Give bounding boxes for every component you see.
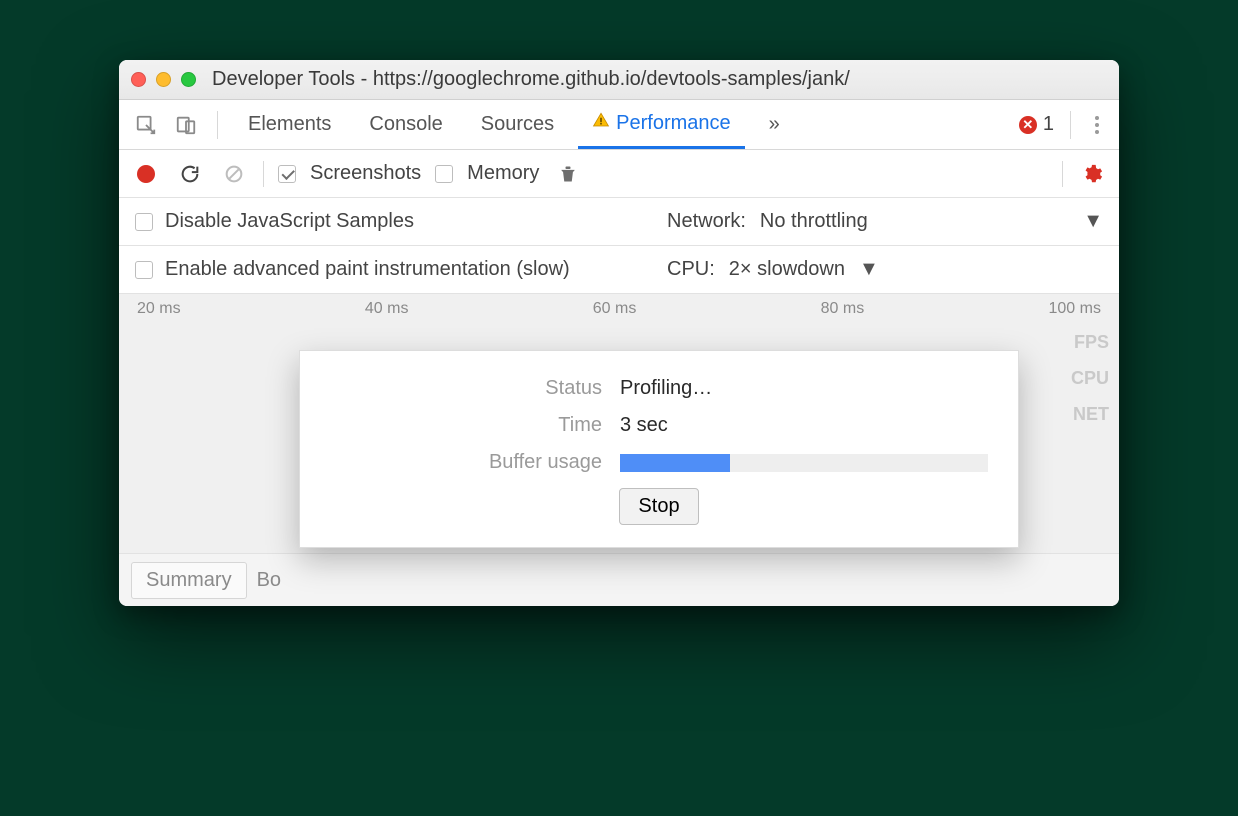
trash-button[interactable]	[553, 159, 583, 189]
tabs-overflow[interactable]: »	[755, 100, 794, 149]
close-icon[interactable]	[131, 72, 146, 87]
minimize-icon[interactable]	[156, 72, 171, 87]
kebab-menu-icon[interactable]	[1087, 116, 1107, 134]
warning-icon	[592, 111, 610, 135]
screenshots-label: Screenshots	[310, 162, 421, 185]
record-icon	[137, 165, 155, 183]
performance-toolbar: Screenshots Memory	[119, 150, 1119, 198]
capture-settings: Disable JavaScript Samples Network: No t…	[119, 198, 1119, 294]
tick: 40 ms	[365, 300, 409, 318]
separator	[263, 161, 264, 187]
maximize-icon[interactable]	[181, 72, 196, 87]
status-label: Status	[330, 377, 620, 400]
time-label: Time	[330, 414, 620, 437]
cpu-throttle[interactable]: CPU: 2× slowdown ▼	[667, 258, 879, 281]
details-tabs: Summary Bo	[119, 554, 1119, 606]
buffer-progress-bar	[620, 454, 730, 472]
cpu-value: 2× slowdown	[729, 258, 845, 281]
advanced-paint-label: Enable advanced paint instrumentation (s…	[165, 258, 570, 281]
advanced-paint-checkbox[interactable]	[135, 261, 153, 279]
device-toggle-icon[interactable]	[171, 110, 201, 140]
chevron-down-icon[interactable]: ▼	[1083, 210, 1103, 233]
buffer-progress	[620, 454, 988, 472]
tab-performance[interactable]: Performance	[578, 100, 745, 149]
settings-row-paint: Enable advanced paint instrumentation (s…	[119, 246, 1119, 293]
status-value: Profiling…	[620, 377, 712, 400]
profiling-dialog: Status Profiling… Time 3 sec Buffer usag…	[299, 350, 1019, 548]
net-label: NET	[1071, 396, 1109, 432]
tab-sources[interactable]: Sources	[467, 100, 568, 149]
reload-button[interactable]	[175, 159, 205, 189]
titlebar: Developer Tools - https://googlechrome.g…	[119, 60, 1119, 100]
error-badge[interactable]: ✕ 1	[1019, 113, 1054, 136]
tick: 20 ms	[137, 300, 181, 318]
separator	[217, 111, 218, 139]
fps-label: FPS	[1071, 324, 1109, 360]
record-button[interactable]	[131, 159, 161, 189]
tab-summary[interactable]: Summary	[131, 562, 247, 599]
error-count: 1	[1043, 113, 1054, 136]
error-icon: ✕	[1019, 116, 1037, 134]
chevron-down-icon[interactable]: ▼	[859, 258, 879, 281]
cpu-label: CPU:	[667, 258, 715, 281]
network-value: No throttling	[760, 210, 868, 233]
stop-button[interactable]: Stop	[619, 488, 698, 525]
network-label: Network:	[667, 210, 746, 233]
tick: 80 ms	[821, 300, 865, 318]
separator	[1062, 161, 1063, 187]
inspect-icon[interactable]	[131, 110, 161, 140]
tick: 100 ms	[1049, 300, 1101, 318]
settings-gear-icon[interactable]	[1077, 159, 1107, 189]
time-value: 3 sec	[620, 414, 668, 437]
tick: 60 ms	[593, 300, 637, 318]
timeline-ticks: 20 ms 40 ms 60 ms 80 ms 100 ms	[119, 294, 1119, 318]
panel-tabs: Elements Console Sources Performance » ✕…	[119, 100, 1119, 150]
tab-console[interactable]: Console	[355, 100, 456, 149]
traffic-lights	[131, 72, 196, 87]
cpu-label: CPU	[1071, 360, 1109, 396]
tab-truncated[interactable]: Bo	[257, 569, 281, 592]
memory-label: Memory	[467, 162, 539, 185]
separator	[1070, 111, 1071, 139]
devtools-window: Developer Tools - https://googlechrome.g…	[119, 60, 1119, 606]
tab-elements[interactable]: Elements	[234, 100, 345, 149]
timeline-lane-labels: FPS CPU NET	[1071, 324, 1109, 432]
clear-button[interactable]	[219, 159, 249, 189]
buffer-label: Buffer usage	[330, 451, 620, 474]
settings-row-js-samples: Disable JavaScript Samples Network: No t…	[119, 198, 1119, 246]
window-title: Developer Tools - https://googlechrome.g…	[212, 68, 850, 91]
network-throttle[interactable]: Network: No throttling	[667, 210, 868, 233]
disable-js-checkbox[interactable]	[135, 213, 153, 231]
screenshots-checkbox[interactable]	[278, 165, 296, 183]
disable-js-label: Disable JavaScript Samples	[165, 210, 414, 233]
memory-checkbox[interactable]	[435, 165, 453, 183]
